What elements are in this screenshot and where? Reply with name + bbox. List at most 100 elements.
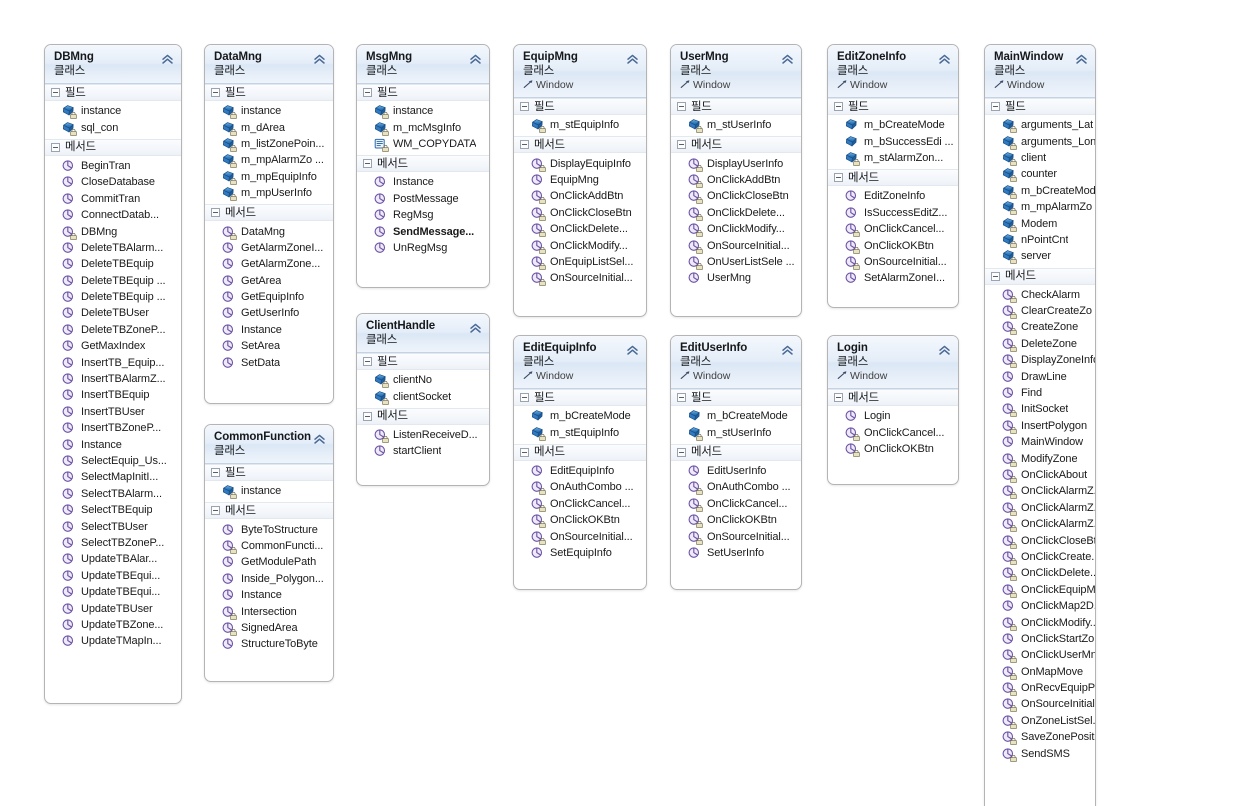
member-row[interactable]: SetUserInfo bbox=[671, 545, 801, 561]
member-row[interactable]: SetEquipInfo bbox=[514, 545, 646, 561]
member-row[interactable]: InsertTBUser bbox=[45, 404, 181, 420]
member-row[interactable]: OnClickCreate... bbox=[985, 549, 1095, 565]
class-header[interactable]: EditZoneInfo 클래스 Window bbox=[828, 45, 958, 98]
member-row[interactable]: server bbox=[985, 248, 1095, 265]
class-header[interactable]: Login 클래스 Window bbox=[828, 336, 958, 389]
member-row[interactable]: EditEquipInfo bbox=[514, 463, 646, 479]
member-row[interactable]: UpdateTBAlar... bbox=[45, 551, 181, 567]
member-row[interactable]: Find bbox=[985, 385, 1095, 401]
member-row[interactable]: DrawLine bbox=[985, 368, 1095, 384]
member-row[interactable]: DeleteTBAlarm... bbox=[45, 240, 181, 256]
member-row[interactable]: SetAlarmZoneI... bbox=[828, 270, 958, 286]
member-row[interactable]: SelectTBUser bbox=[45, 518, 181, 534]
member-row[interactable]: CreateZone bbox=[985, 319, 1095, 336]
expander-minus-icon[interactable] bbox=[677, 102, 686, 111]
member-row[interactable]: IsSuccessEditZ... bbox=[828, 205, 958, 221]
member-row[interactable]: OnClickAddBtn bbox=[514, 188, 646, 205]
chevron-up-icon[interactable] bbox=[313, 432, 326, 444]
member-row[interactable]: DisplayEquipInfo bbox=[514, 155, 646, 172]
member-row[interactable]: SelectTBZoneP... bbox=[45, 535, 181, 551]
member-row[interactable]: InitSocket bbox=[985, 401, 1095, 418]
member-row[interactable]: nPointCnt bbox=[985, 232, 1095, 248]
expander-minus-icon[interactable] bbox=[520, 447, 529, 457]
member-row[interactable]: OnSourceInitial... bbox=[671, 528, 801, 545]
member-row[interactable]: OnClickCancel... bbox=[828, 221, 958, 238]
member-row[interactable]: InsertTBZoneP... bbox=[45, 420, 181, 436]
member-row[interactable]: OnSourceInitial... bbox=[985, 696, 1095, 713]
member-row[interactable]: StructureToByte bbox=[205, 636, 333, 652]
member-row[interactable]: startClient bbox=[357, 443, 489, 459]
member-row[interactable]: OnClickCloseBtn bbox=[985, 532, 1095, 549]
member-row[interactable]: m_dArea bbox=[205, 119, 333, 136]
class-box-edituserinfo[interactable]: EditUserInfo 클래스 Window 필드 m_bCreateMode m_st… bbox=[670, 335, 802, 590]
member-row[interactable]: CheckAlarm bbox=[985, 287, 1095, 303]
member-row[interactable]: m_mpAlarmZo ... bbox=[205, 152, 333, 169]
class-box-datamng[interactable]: DataMng 클래스 필드 instance m_dArea m_listZonePoi… bbox=[204, 44, 334, 404]
member-row[interactable]: CommitTran bbox=[45, 191, 181, 207]
member-row[interactable]: ClearCreateZo ... bbox=[985, 303, 1095, 319]
section-header[interactable]: 메서드 bbox=[357, 407, 489, 425]
section-header[interactable]: 메서드 bbox=[45, 138, 181, 156]
member-row[interactable]: m_stAlarmZon... bbox=[828, 150, 958, 166]
member-row[interactable]: OnClickAlarmZ... bbox=[985, 500, 1095, 516]
member-row[interactable]: OnSourceInitial... bbox=[828, 254, 958, 270]
chevron-up-icon[interactable] bbox=[313, 52, 326, 64]
member-row[interactable]: GetEquipInfo bbox=[205, 289, 333, 305]
member-row[interactable]: MainWindow bbox=[985, 434, 1095, 450]
member-row[interactable]: OnClickCloseBtn bbox=[671, 188, 801, 205]
member-row[interactable]: DeleteTBEquip ... bbox=[45, 289, 181, 305]
member-row[interactable]: GetMaxIndex bbox=[45, 338, 181, 354]
class-box-equipmng[interactable]: EquipMng 클래스 Window 필드 m_stEquipInfo 메서드 Displ… bbox=[513, 44, 647, 317]
class-header[interactable]: ClientHandle 클래스 bbox=[357, 314, 489, 353]
expander-minus-icon[interactable] bbox=[211, 468, 220, 477]
member-row[interactable]: sql_con bbox=[45, 119, 181, 136]
member-row[interactable]: InsertTB_Equip... bbox=[45, 354, 181, 370]
member-row[interactable]: SetArea bbox=[205, 338, 333, 354]
section-header[interactable]: 필드 bbox=[514, 389, 646, 406]
member-row[interactable]: clientSocket bbox=[357, 388, 489, 405]
chevron-up-icon[interactable] bbox=[469, 52, 482, 64]
class-box-clienthandle[interactable]: ClientHandle 클래스 필드 clientNo clientSocket 메서드… bbox=[356, 313, 490, 486]
member-row[interactable]: GetAlarmZoneI... bbox=[205, 240, 333, 256]
member-row[interactable]: OnEquipListSel... bbox=[514, 254, 646, 270]
member-row[interactable]: m_mpAlarmZo ... bbox=[985, 199, 1095, 216]
expander-minus-icon[interactable] bbox=[363, 357, 372, 366]
member-row[interactable]: OnClickAlarmZ... bbox=[985, 516, 1095, 533]
member-row[interactable]: DeleteTBEquip ... bbox=[45, 273, 181, 289]
expander-minus-icon[interactable] bbox=[51, 88, 60, 97]
member-row[interactable]: OnAuthCombo ... bbox=[514, 479, 646, 496]
member-row[interactable]: instance bbox=[205, 483, 333, 500]
expander-minus-icon[interactable] bbox=[677, 393, 686, 402]
member-row[interactable]: m_bCreateMode bbox=[985, 183, 1095, 199]
member-row[interactable]: m_mpUserInfo bbox=[205, 185, 333, 202]
member-row[interactable]: SelectTBEquip bbox=[45, 502, 181, 518]
member-row[interactable]: GetAlarmZone... bbox=[205, 256, 333, 272]
member-row[interactable]: OnClickDelete... bbox=[985, 565, 1095, 582]
member-row[interactable]: OnClickModify... bbox=[514, 237, 646, 254]
member-row[interactable]: m_mcMsgInfo bbox=[357, 119, 489, 136]
class-header[interactable]: EditEquipInfo 클래스 Window bbox=[514, 336, 646, 389]
member-row[interactable]: OnClickAddBtn bbox=[671, 172, 801, 188]
section-header[interactable]: 필드 bbox=[671, 389, 801, 406]
member-row[interactable]: PostMessage bbox=[357, 191, 489, 207]
expander-minus-icon[interactable] bbox=[51, 142, 60, 152]
member-row[interactable]: Instance bbox=[45, 436, 181, 452]
member-row[interactable]: CloseDatabase bbox=[45, 174, 181, 190]
member-row[interactable]: counter bbox=[985, 166, 1095, 183]
member-row[interactable]: Instance bbox=[205, 587, 333, 603]
member-row[interactable]: OnClickCloseBtn bbox=[514, 205, 646, 221]
member-row[interactable]: OnClickStartZo ... bbox=[985, 631, 1095, 647]
member-row[interactable]: OnClickAlarmZ... bbox=[985, 483, 1095, 500]
expander-minus-icon[interactable] bbox=[677, 140, 686, 150]
member-row[interactable]: SaveZonePositi... bbox=[985, 729, 1095, 746]
section-header[interactable]: 메서드 bbox=[985, 267, 1095, 285]
member-row[interactable]: UpdateTMapIn... bbox=[45, 633, 181, 649]
member-row[interactable]: DeleteTBUser bbox=[45, 305, 181, 321]
member-row[interactable]: DBMng bbox=[45, 223, 181, 240]
expander-minus-icon[interactable] bbox=[834, 102, 843, 111]
chevron-up-icon[interactable] bbox=[626, 343, 639, 355]
member-row[interactable]: m_bCreateMode bbox=[514, 408, 646, 424]
member-row[interactable]: OnClickOKBtn bbox=[514, 512, 646, 529]
member-row[interactable]: EquipMng bbox=[514, 172, 646, 188]
section-header[interactable]: 필드 bbox=[357, 84, 489, 101]
